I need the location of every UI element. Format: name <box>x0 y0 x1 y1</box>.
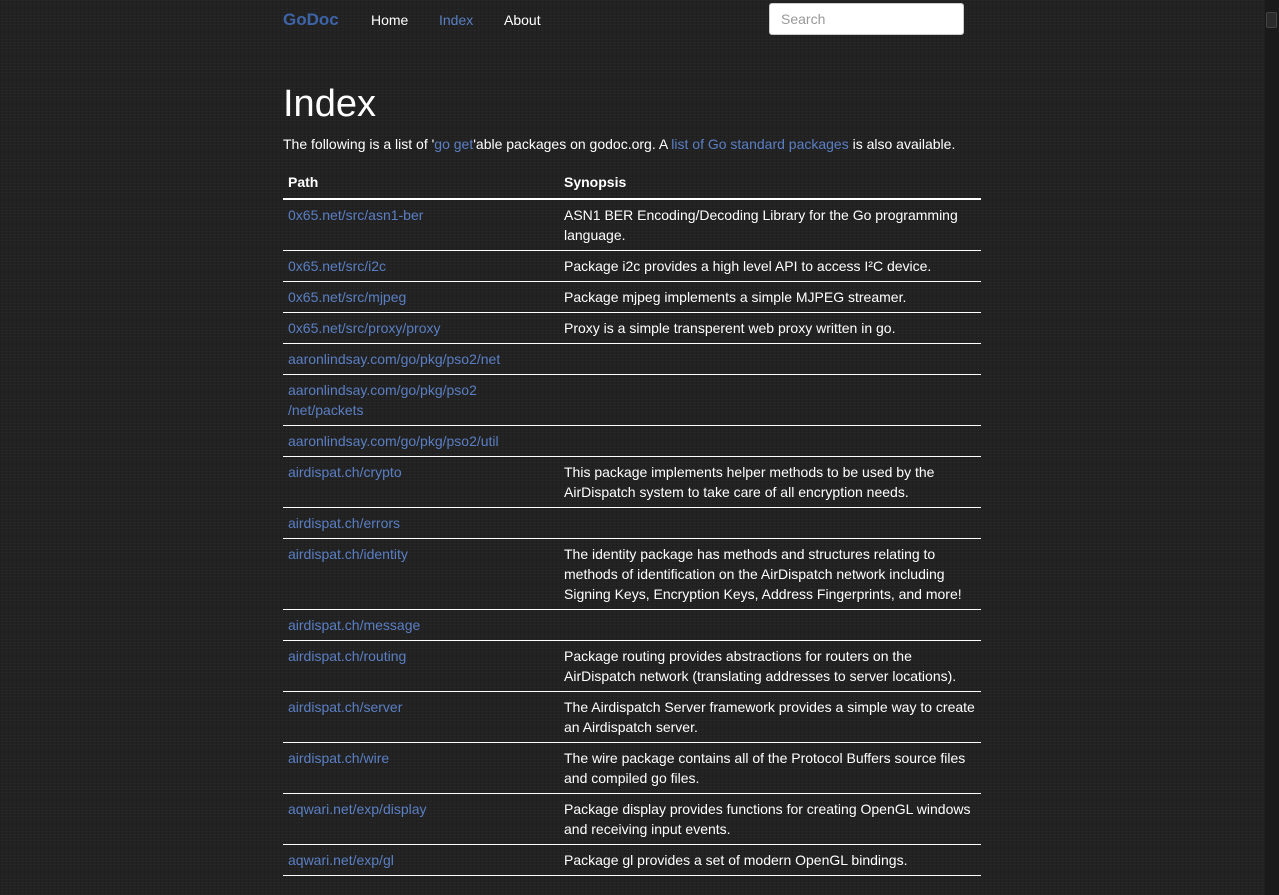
package-path-link[interactable]: 0x65.net/src/i2c <box>288 258 386 274</box>
package-path-link[interactable]: airdispat.ch/crypto <box>288 464 402 480</box>
package-path-link[interactable]: aaronlindsay.com/go/pkg/pso2 /net/packet… <box>288 382 477 418</box>
package-synopsis-cell <box>559 343 981 375</box>
package-synopsis-cell <box>559 425 981 457</box>
package-path-cell: aaronlindsay.com/go/pkg/pso2 /net/packet… <box>283 374 559 426</box>
table-row: 0x65.net/src/i2c Package i2c provides a h… <box>283 250 981 282</box>
table-row: 0x65.net/src/mjpeg Package mjpeg implemen… <box>283 281 981 313</box>
package-synopsis-cell: The Airdispatch Server framework provide… <box>559 691 981 743</box>
package-path-cell: aqwari.net/exp/gl <box>283 844 559 876</box>
table-row: aaronlindsay.com/go/pkg/pso2 /net/packet… <box>283 374 981 426</box>
package-path-cell: 0x65.net/src/i2c <box>283 250 559 282</box>
table-row: aaronlindsay.com/go/pkg/pso2/net <box>283 343 981 375</box>
navbar: GoDoc Home Index About <box>0 0 1265 40</box>
table-row: aaronlindsay.com/go/pkg/pso2/util <box>283 425 981 457</box>
search-input[interactable] <box>769 3 964 35</box>
package-path-link[interactable]: aqwari.net/exp/display <box>288 801 427 817</box>
package-path-cell: 0x65.net/src/mjpeg <box>283 281 559 313</box>
package-synopsis-cell: Package routing provides abstractions fo… <box>559 640 981 692</box>
table-row: 0x65.net/src/asn1-ber ASN1 BER Encoding/D… <box>283 199 981 251</box>
package-path-link[interactable]: airdispat.ch/identity <box>288 546 408 562</box>
table-row: 0x65.net/src/proxy/proxy Proxy is a simpl… <box>283 312 981 344</box>
package-table: Path Synopsis 0x65.net/src/asn1-ber ASN1 … <box>283 164 981 876</box>
package-path-link[interactable]: airdispat.ch/routing <box>288 648 406 664</box>
table-row: airdispat.ch/wire The wire package contai… <box>283 742 981 794</box>
package-path-link[interactable]: aaronlindsay.com/go/pkg/pso2/util <box>288 433 499 449</box>
package-path-cell: airdispat.ch/message <box>283 609 559 641</box>
table-row: airdispat.ch/identity The identity packag… <box>283 538 981 610</box>
intro-text-3: is also available. <box>848 136 956 152</box>
vertical-scrollbar[interactable] <box>1265 0 1279 895</box>
package-path-link[interactable]: aaronlindsay.com/go/pkg/pso2/net <box>288 351 500 367</box>
package-synopsis-cell <box>559 374 981 426</box>
table-row: airdispat.ch/errors <box>283 507 981 539</box>
intro-text-2: 'able packages on godoc.org. A <box>473 136 672 152</box>
package-synopsis-cell: ASN1 BER Encoding/Decoding Library for t… <box>559 199 981 251</box>
package-synopsis-cell <box>559 609 981 641</box>
package-synopsis-cell: Proxy is a simple transperent web proxy … <box>559 312 981 344</box>
table-row: aqwari.net/exp/gl Package gl provides a s… <box>283 844 981 876</box>
package-path-cell: aaronlindsay.com/go/pkg/pso2/net <box>283 343 559 375</box>
package-path-cell: airdispat.ch/errors <box>283 507 559 539</box>
intro-text-1: The following is a list of ' <box>283 136 435 152</box>
table-row: airdispat.ch/server The Airdispatch Serve… <box>283 691 981 743</box>
package-path-cell: 0x65.net/src/asn1-ber <box>283 199 559 251</box>
package-path-link[interactable]: 0x65.net/src/mjpeg <box>288 289 406 305</box>
nav-index-link[interactable]: Index <box>439 12 473 28</box>
table-row: airdispat.ch/message <box>283 609 981 641</box>
go-get-link[interactable]: go get <box>434 136 473 152</box>
synopsis-column-header: Synopsis <box>559 164 981 200</box>
package-synopsis-cell: This package implements helper methods t… <box>559 456 981 508</box>
path-column-header: Path <box>283 164 559 200</box>
package-synopsis-cell: The identity package has methods and str… <box>559 538 981 610</box>
nav-home-link[interactable]: Home <box>371 12 408 28</box>
package-synopsis-cell <box>559 507 981 539</box>
table-header-row: Path Synopsis <box>283 164 981 200</box>
nav-about-link[interactable]: About <box>504 12 541 28</box>
package-path-link[interactable]: aqwari.net/exp/gl <box>288 852 394 868</box>
page-title: Index <box>283 83 376 125</box>
package-synopsis-cell: The wire package contains all of the Pro… <box>559 742 981 794</box>
package-synopsis-cell: Package i2c provides a high level API to… <box>559 250 981 282</box>
package-path-link[interactable]: 0x65.net/src/asn1-ber <box>288 207 423 223</box>
package-path-cell: airdispat.ch/routing <box>283 640 559 692</box>
package-path-link[interactable]: airdispat.ch/wire <box>288 750 389 766</box>
brand-logo-link[interactable]: GoDoc <box>283 10 339 30</box>
scrollbar-thumb[interactable] <box>1266 12 1277 28</box>
package-path-cell: airdispat.ch/identity <box>283 538 559 610</box>
package-path-cell: airdispat.ch/server <box>283 691 559 743</box>
package-path-cell: airdispat.ch/wire <box>283 742 559 794</box>
table-row: airdispat.ch/crypto This package implemen… <box>283 456 981 508</box>
main-content: Index The following is a list of 'go get… <box>283 80 981 876</box>
package-path-cell: aaronlindsay.com/go/pkg/pso2/util <box>283 425 559 457</box>
standard-packages-link[interactable]: list of Go standard packages <box>671 136 848 152</box>
package-path-cell: aqwari.net/exp/display <box>283 793 559 845</box>
package-path-cell: airdispat.ch/crypto <box>283 456 559 508</box>
package-table-body: 0x65.net/src/asn1-ber ASN1 BER Encoding/D… <box>283 199 981 876</box>
package-synopsis-cell: Package display provides functions for c… <box>559 793 981 845</box>
package-synopsis-cell: Package gl provides a set of modern Open… <box>559 844 981 876</box>
package-synopsis-cell: Package mjpeg implements a simple MJPEG … <box>559 281 981 313</box>
package-path-link[interactable]: airdispat.ch/message <box>288 617 420 633</box>
package-path-cell: 0x65.net/src/proxy/proxy <box>283 312 559 344</box>
package-path-link[interactable]: airdispat.ch/server <box>288 699 402 715</box>
table-row: aqwari.net/exp/display Package display pr… <box>283 793 981 845</box>
table-row: airdispat.ch/routing Package routing prov… <box>283 640 981 692</box>
package-path-link[interactable]: airdispat.ch/errors <box>288 515 400 531</box>
intro-paragraph: The following is a list of 'go get'able … <box>283 134 963 154</box>
package-path-link[interactable]: 0x65.net/src/proxy/proxy <box>288 320 441 336</box>
